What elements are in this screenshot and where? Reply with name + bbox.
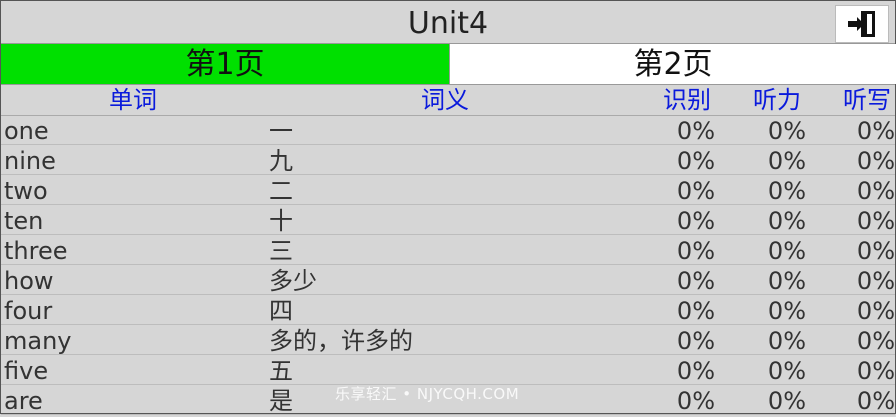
- word-cell: five: [4, 357, 49, 385]
- meaning-cell: 四: [269, 297, 293, 325]
- listen-cell: 0%: [767, 237, 806, 265]
- listen-cell: 0%: [767, 117, 806, 145]
- word-cell: three: [4, 237, 68, 265]
- word-cell: two: [4, 177, 48, 205]
- column-header-recognize[interactable]: 识别: [663, 85, 711, 115]
- table-header: 单词 词义 识别 听力 听写: [1, 85, 895, 116]
- exit-door-icon: [848, 11, 875, 37]
- write-cell: 0%: [856, 297, 895, 325]
- write-cell: 0%: [856, 237, 895, 265]
- write-cell: 0%: [856, 147, 895, 175]
- recognize-cell: 0%: [676, 327, 715, 355]
- column-header-meaning[interactable]: 词义: [421, 85, 469, 115]
- word-cell: are: [4, 387, 43, 415]
- recognize-cell: 0%: [676, 117, 715, 145]
- recognize-cell: 0%: [676, 297, 715, 325]
- listen-cell: 0%: [767, 387, 806, 415]
- recognize-cell: 0%: [676, 237, 715, 265]
- write-cell: 0%: [856, 207, 895, 235]
- meaning-cell: 多少: [269, 267, 317, 295]
- tab-page-2[interactable]: 第2页: [449, 44, 896, 84]
- app-window: Unit4 第1页 第2页 单词 词义 识别 听力 听写 one 一 0% 0%…: [0, 0, 896, 415]
- column-header-write[interactable]: 听写: [843, 85, 891, 115]
- word-cell: nine: [4, 147, 56, 175]
- meaning-cell: 十: [269, 207, 293, 235]
- recognize-cell: 0%: [676, 207, 715, 235]
- meaning-cell: 多的，许多的: [269, 327, 413, 355]
- meaning-cell: 二: [269, 177, 293, 205]
- word-table: one 一 0% 0% 0% nine 九 0% 0% 0% two 二 0% …: [1, 115, 895, 415]
- write-cell: 0%: [856, 327, 895, 355]
- write-cell: 0%: [856, 177, 895, 205]
- word-cell: one: [4, 117, 49, 145]
- table-row[interactable]: one 一 0% 0% 0%: [1, 115, 895, 145]
- meaning-cell: 五: [269, 357, 293, 385]
- listen-cell: 0%: [767, 147, 806, 175]
- write-cell: 0%: [856, 387, 895, 415]
- write-cell: 0%: [856, 267, 895, 295]
- exit-button[interactable]: [835, 5, 889, 43]
- page-tabs: 第1页 第2页: [1, 43, 896, 85]
- table-row[interactable]: ten 十 0% 0% 0%: [1, 205, 895, 235]
- listen-cell: 0%: [767, 267, 806, 295]
- column-header-word[interactable]: 单词: [109, 85, 157, 115]
- table-row[interactable]: nine 九 0% 0% 0%: [1, 145, 895, 175]
- word-cell: four: [4, 297, 53, 325]
- tab-page-1[interactable]: 第1页: [1, 44, 449, 84]
- listen-cell: 0%: [767, 207, 806, 235]
- recognize-cell: 0%: [676, 387, 715, 415]
- table-row[interactable]: four 四 0% 0% 0%: [1, 295, 895, 325]
- listen-cell: 0%: [767, 177, 806, 205]
- table-row[interactable]: three 三 0% 0% 0%: [1, 235, 895, 265]
- recognize-cell: 0%: [676, 267, 715, 295]
- meaning-cell: 是: [269, 387, 293, 415]
- table-row[interactable]: two 二 0% 0% 0%: [1, 175, 895, 205]
- recognize-cell: 0%: [676, 147, 715, 175]
- meaning-cell: 一: [269, 117, 293, 145]
- table-row[interactable]: five 五 0% 0% 0%: [1, 355, 895, 385]
- listen-cell: 0%: [767, 327, 806, 355]
- title-bar: Unit4: [1, 1, 895, 43]
- meaning-cell: 九: [269, 147, 293, 175]
- recognize-cell: 0%: [676, 357, 715, 385]
- watermark: 乐享轻汇 • NJYCQH.COM: [335, 385, 520, 403]
- listen-cell: 0%: [767, 357, 806, 385]
- write-cell: 0%: [856, 117, 895, 145]
- word-cell: ten: [4, 207, 44, 235]
- word-cell: how: [4, 267, 54, 295]
- page-title: Unit4: [407, 6, 489, 41]
- write-cell: 0%: [856, 357, 895, 385]
- listen-cell: 0%: [767, 297, 806, 325]
- table-row[interactable]: how 多少 0% 0% 0%: [1, 265, 895, 295]
- recognize-cell: 0%: [676, 177, 715, 205]
- table-row[interactable]: many 多的，许多的 0% 0% 0%: [1, 325, 895, 355]
- meaning-cell: 三: [269, 237, 293, 265]
- column-header-listen[interactable]: 听力: [753, 85, 801, 115]
- word-cell: many: [4, 327, 72, 355]
